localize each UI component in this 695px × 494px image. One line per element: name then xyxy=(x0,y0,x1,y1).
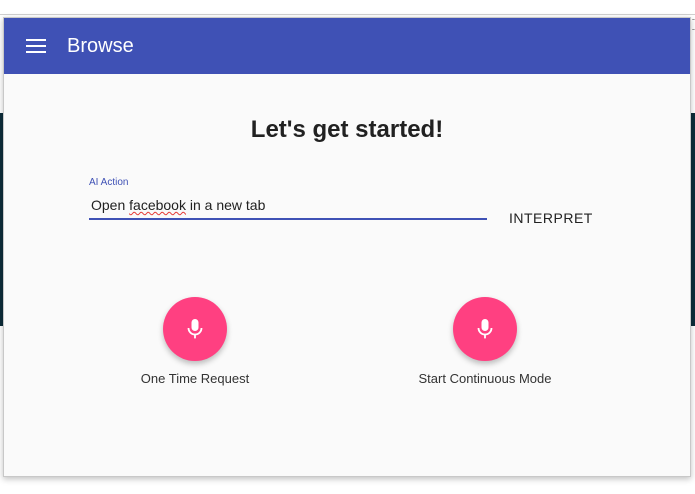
microphone-icon xyxy=(187,319,203,339)
page-heading: Let's get started! xyxy=(250,116,444,143)
extension-popup: Browse Let's get started! AI Action Open… xyxy=(3,17,691,477)
start-continuous-mode-button[interactable] xyxy=(453,297,517,361)
menu-icon[interactable] xyxy=(26,39,46,53)
app-bar: Browse xyxy=(4,18,690,74)
one-time-request-group: One Time Request xyxy=(95,297,295,397)
one-time-request-label: One Time Request xyxy=(140,371,250,386)
background-divider xyxy=(0,14,695,15)
ai-action-label: AI Action xyxy=(89,177,129,188)
spellcheck-word: facebook xyxy=(129,197,186,213)
interpret-button[interactable]: INTERPRET xyxy=(501,206,601,230)
ai-action-value: Open facebook in a new tab xyxy=(91,197,266,213)
start-continuous-mode-label: Start Continuous Mode xyxy=(418,371,552,386)
continuous-mode-group: Start Continuous Mode xyxy=(385,297,585,397)
app-title: Browse xyxy=(67,35,134,57)
one-time-request-button[interactable] xyxy=(163,297,227,361)
ai-action-field: AI Action Open facebook in a new tab xyxy=(89,174,487,224)
microphone-icon xyxy=(477,319,493,339)
